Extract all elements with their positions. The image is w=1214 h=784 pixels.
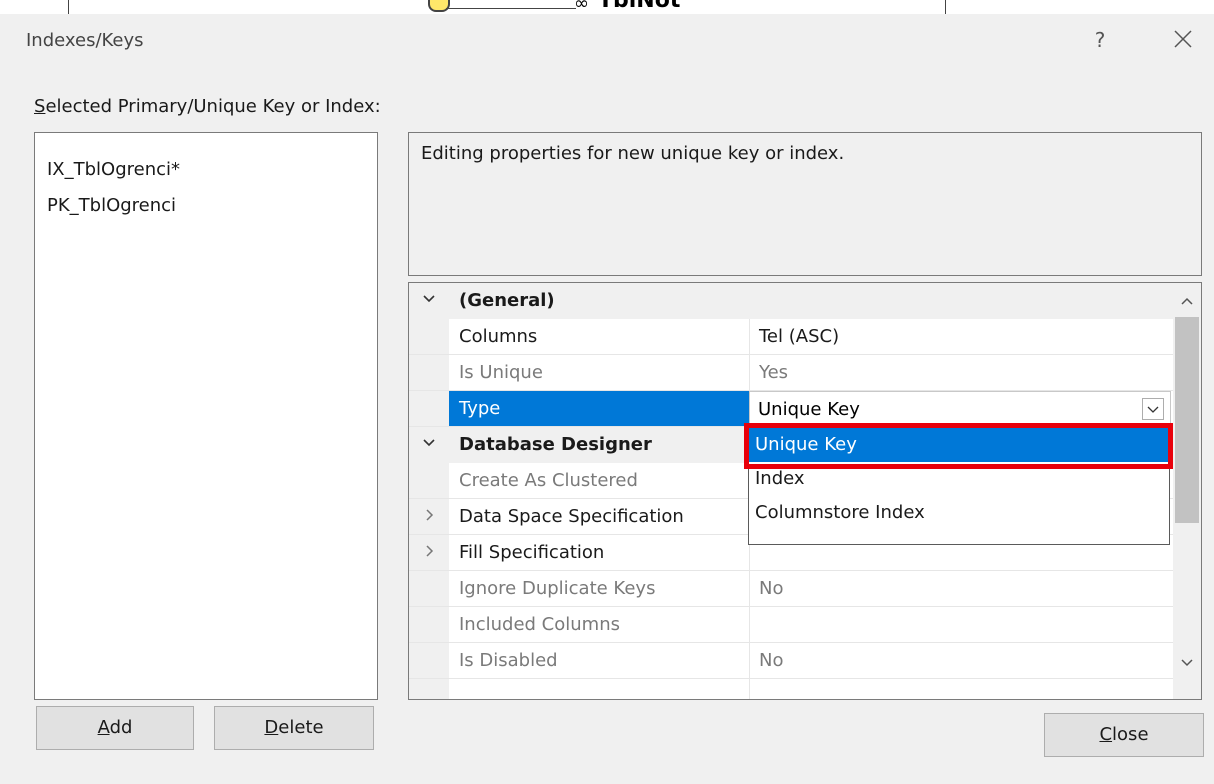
row-gutter bbox=[409, 355, 449, 390]
title-bar: Indexes/Keys ? bbox=[0, 14, 1214, 70]
scroll-down-icon[interactable] bbox=[1173, 653, 1201, 673]
type-label-selected[interactable]: Type bbox=[449, 391, 749, 426]
property-name: Fill Specification bbox=[459, 542, 605, 563]
close-icon[interactable] bbox=[1168, 24, 1198, 54]
row-gutter bbox=[409, 679, 449, 699]
option-label: Columnstore Index bbox=[755, 502, 925, 523]
category-label: (General) bbox=[459, 290, 555, 311]
add-button[interactable]: Add bbox=[36, 706, 194, 750]
property-value: Unique Key bbox=[758, 399, 860, 420]
column-divider bbox=[749, 643, 750, 678]
chevron-down-icon[interactable] bbox=[421, 433, 437, 453]
scrollbar-thumb[interactable] bbox=[1175, 317, 1199, 523]
property-value: Yes bbox=[759, 362, 789, 383]
row-gutter bbox=[409, 463, 449, 498]
property-name: Ignore Duplicate Keys bbox=[459, 578, 656, 599]
help-button[interactable]: ? bbox=[1086, 26, 1114, 54]
dialog-title: Indexes/Keys bbox=[26, 30, 144, 51]
property-name: Included Columns bbox=[459, 614, 620, 635]
column-divider bbox=[749, 571, 750, 606]
category-label: Database Designer bbox=[459, 434, 652, 455]
row-gutter bbox=[409, 607, 449, 642]
property-row-type[interactable]: Type Unique Key bbox=[409, 391, 1173, 427]
scroll-up-icon[interactable] bbox=[1173, 291, 1201, 311]
vertical-scrollbar[interactable] bbox=[1173, 283, 1201, 699]
column-divider bbox=[749, 679, 750, 699]
list-item[interactable]: IX_TblOgrenci* bbox=[47, 159, 180, 180]
property-value: No bbox=[759, 578, 784, 599]
row-gutter bbox=[409, 643, 449, 678]
property-row-columns[interactable]: Columns Tel (ASC) bbox=[409, 319, 1173, 355]
property-name: Type bbox=[459, 398, 501, 419]
selected-keys-label: Selected Primary/Unique Key or Index: bbox=[34, 96, 381, 117]
property-row-is-unique[interactable]: Is Unique Yes bbox=[409, 355, 1173, 391]
chevron-down-icon bbox=[1147, 406, 1159, 413]
column-divider bbox=[749, 355, 750, 390]
row-gutter bbox=[409, 319, 449, 354]
column-divider bbox=[749, 319, 750, 354]
property-value: No bbox=[759, 650, 784, 671]
designer-background: ∞ TblNot bbox=[0, 0, 1214, 15]
list-item[interactable]: PK_TblOgrenci bbox=[47, 195, 176, 216]
delete-button[interactable]: Delete bbox=[214, 706, 374, 750]
infinity-icon: ∞ bbox=[574, 0, 589, 14]
option-label: Index bbox=[755, 468, 805, 489]
category-general[interactable]: (General) bbox=[409, 283, 1173, 319]
property-row-is-disabled[interactable]: Is Disabled No bbox=[409, 643, 1173, 679]
description-text: Editing properties for new unique key or… bbox=[421, 143, 845, 164]
description-box: Editing properties for new unique key or… bbox=[408, 132, 1202, 276]
dropdown-option-columnstore[interactable]: Columnstore Index bbox=[749, 496, 1169, 530]
dropdown-button[interactable] bbox=[1142, 398, 1164, 420]
key-icon bbox=[428, 0, 450, 12]
type-combobox[interactable]: Unique Key bbox=[749, 391, 1171, 426]
property-value[interactable]: Tel (ASC) bbox=[759, 326, 839, 347]
property-name: Is Disabled bbox=[459, 650, 558, 671]
indexes-keys-dialog: Indexes/Keys ? Selected Primary/Unique K… bbox=[0, 14, 1214, 784]
property-name: Columns bbox=[459, 326, 538, 347]
row-gutter bbox=[409, 391, 449, 426]
column-divider bbox=[749, 607, 750, 642]
relationship-line bbox=[446, 8, 576, 9]
keys-list[interactable]: IX_TblOgrenci* PK_TblOgrenci bbox=[34, 132, 378, 700]
property-name: Is Unique bbox=[459, 362, 543, 383]
highlight-frame bbox=[744, 423, 1173, 469]
property-row-ignore-dup[interactable]: Ignore Duplicate Keys No bbox=[409, 571, 1173, 607]
property-row-partial bbox=[409, 679, 1173, 699]
row-gutter bbox=[409, 571, 449, 606]
designer-table-title: TblNot bbox=[598, 0, 681, 13]
property-name: Create As Clustered bbox=[459, 470, 638, 491]
chevron-right-icon[interactable] bbox=[421, 505, 437, 525]
property-name: Data Space Specification bbox=[459, 506, 684, 527]
close-button[interactable]: Close bbox=[1044, 713, 1204, 757]
chevron-right-icon[interactable] bbox=[421, 541, 437, 561]
chevron-down-icon[interactable] bbox=[421, 289, 437, 309]
property-row-included-cols[interactable]: Included Columns bbox=[409, 607, 1173, 643]
